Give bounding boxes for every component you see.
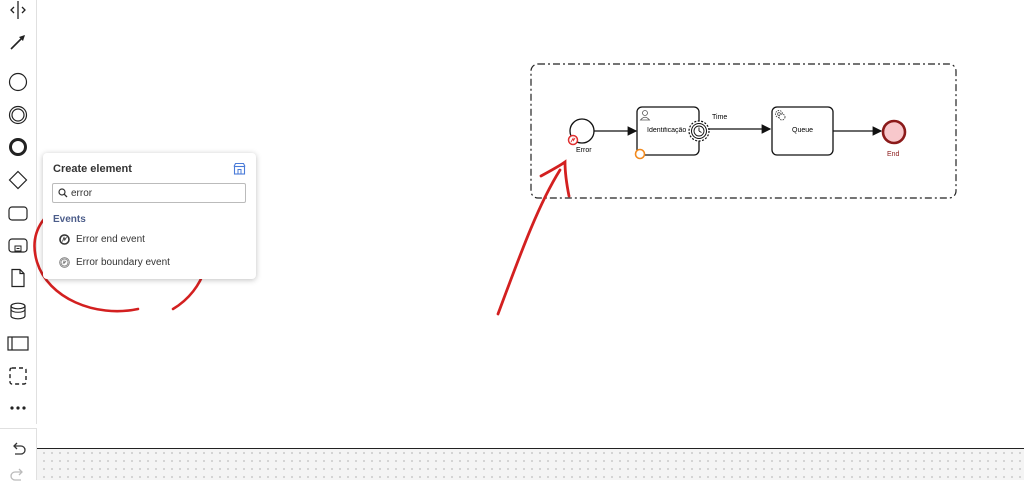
undo-redo-panel	[0, 428, 37, 481]
start-event-label: Error	[576, 147, 592, 154]
flow-time-label: Time	[712, 114, 728, 121]
entry-error-boundary-event[interactable]: Error boundary event	[59, 254, 170, 270]
entry-label: Error end event	[76, 233, 145, 245]
redo-button[interactable]	[4, 460, 32, 488]
annotation-arrow	[496, 168, 562, 316]
events-group-label: Events	[53, 214, 86, 225]
bottom-panel	[0, 448, 1024, 480]
redo-icon	[10, 468, 23, 481]
entry-label: Error boundary event	[76, 256, 170, 268]
end-event[interactable]	[881, 119, 907, 145]
popup-title: Create element	[53, 163, 132, 175]
boundary-event-orange[interactable]	[634, 148, 646, 160]
undo-button[interactable]	[4, 434, 32, 462]
marketplace-icon[interactable]	[233, 162, 246, 175]
create-element-popup: Create element Events Error end event Er…	[43, 153, 256, 279]
end-event-label: End	[887, 151, 900, 158]
search-input[interactable]	[71, 186, 239, 200]
error-end-event-icon	[59, 233, 70, 245]
undo-icon	[13, 442, 26, 455]
error-boundary-event-icon	[59, 256, 70, 268]
entry-error-end-event[interactable]: Error end event	[59, 231, 145, 247]
task-identificacao-label: Identificação	[647, 127, 687, 134]
task-queue-label: Queue	[792, 127, 814, 134]
search-field[interactable]	[52, 183, 246, 203]
search-icon	[58, 188, 68, 198]
